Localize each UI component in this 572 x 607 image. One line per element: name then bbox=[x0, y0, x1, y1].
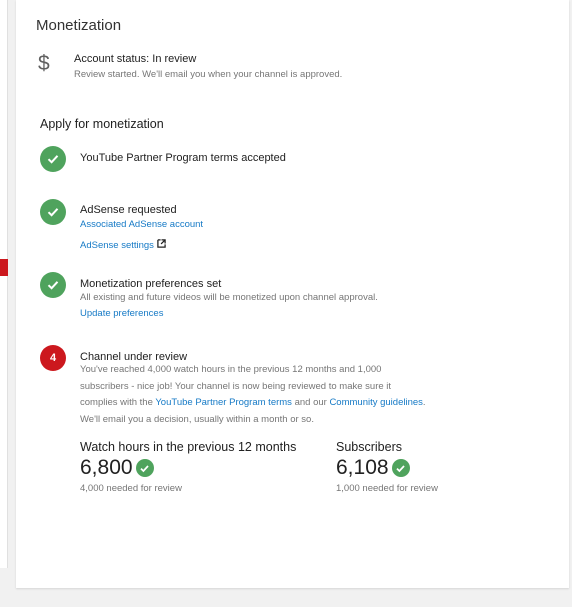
step-description-review: You've reached 4,000 watch hours in the … bbox=[80, 362, 480, 428]
subscribers-note: 1,000 needed for review bbox=[336, 483, 438, 494]
description-line: We'll email you a decision, usually with… bbox=[80, 413, 314, 425]
description-text: and our bbox=[291, 397, 330, 408]
watch-hours-note: 4,000 needed for review bbox=[80, 483, 182, 494]
ypp-terms-link[interactable]: YouTube Partner Program terms bbox=[155, 397, 292, 408]
monetization-card: Monetization $ Account status: In review… bbox=[16, 0, 569, 588]
check-circle-icon bbox=[391, 459, 410, 477]
description-text: . bbox=[422, 397, 426, 408]
account-status-subtitle: Review started. We'll email you when you… bbox=[74, 69, 343, 80]
community-guidelines-link[interactable]: Community guidelines bbox=[329, 397, 422, 408]
step-number-badge: 4 bbox=[40, 345, 66, 371]
adsense-settings-link[interactable]: AdSense settings bbox=[80, 240, 154, 251]
description-line: complies with the YouTube Partner Progra… bbox=[80, 395, 480, 412]
step-title-adsense: AdSense requested bbox=[80, 204, 177, 216]
left-panel-edge bbox=[0, 0, 8, 568]
section-title: Apply for monetization bbox=[40, 117, 164, 131]
update-preferences-link[interactable]: Update preferences bbox=[80, 308, 163, 319]
account-status: Account status: In review bbox=[74, 53, 197, 65]
description-line: subscribers - nice job! Your channel is … bbox=[80, 380, 392, 392]
card-title: Monetization bbox=[36, 17, 122, 34]
left-panel-accent bbox=[0, 259, 8, 276]
watch-hours-value-row: 6,800 bbox=[80, 456, 154, 480]
description-text: complies with the bbox=[80, 397, 156, 408]
check-circle-icon bbox=[40, 199, 66, 225]
check-circle-icon bbox=[135, 459, 154, 477]
subscribers-value-row: 6,108 bbox=[336, 456, 410, 480]
description-line: You've reached 4,000 watch hours in the … bbox=[80, 364, 382, 375]
step-subtitle-preferences: All existing and future videos will be m… bbox=[80, 292, 378, 303]
step-title-preferences: Monetization preferences set bbox=[80, 278, 222, 290]
associated-adsense-link[interactable]: Associated AdSense account bbox=[80, 219, 203, 230]
subscribers-label: Subscribers bbox=[336, 440, 402, 454]
step-title-terms: YouTube Partner Program terms accepted bbox=[80, 152, 286, 164]
check-circle-icon bbox=[40, 146, 66, 172]
watch-hours-label: Watch hours in the previous 12 months bbox=[80, 440, 297, 454]
subscribers-value: 6,108 bbox=[336, 456, 389, 479]
watch-hours-value: 6,800 bbox=[80, 456, 133, 479]
external-link-icon[interactable] bbox=[157, 235, 166, 253]
adsense-settings-row: AdSense settings bbox=[80, 235, 166, 253]
dollar-icon: $ bbox=[38, 52, 50, 75]
check-circle-icon bbox=[40, 272, 66, 298]
